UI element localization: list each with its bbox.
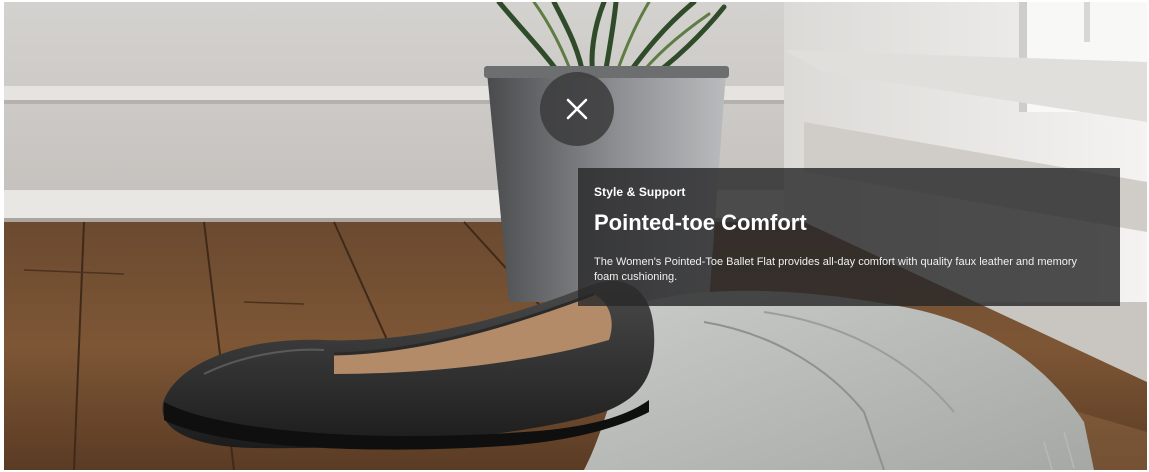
feature-eyebrow: Style & Support [594,185,686,199]
close-icon [566,98,588,120]
feature-info-panel: Style & Support Pointed-toe Comfort The … [578,168,1120,306]
feature-description: The Women's Pointed-Toe Ballet Flat prov… [594,256,1078,283]
hero-banner: Style & Support Pointed-toe Comfort The … [4,2,1147,470]
close-button[interactable] [540,72,614,146]
feature-headline: Pointed-toe Comfort [594,210,807,235]
